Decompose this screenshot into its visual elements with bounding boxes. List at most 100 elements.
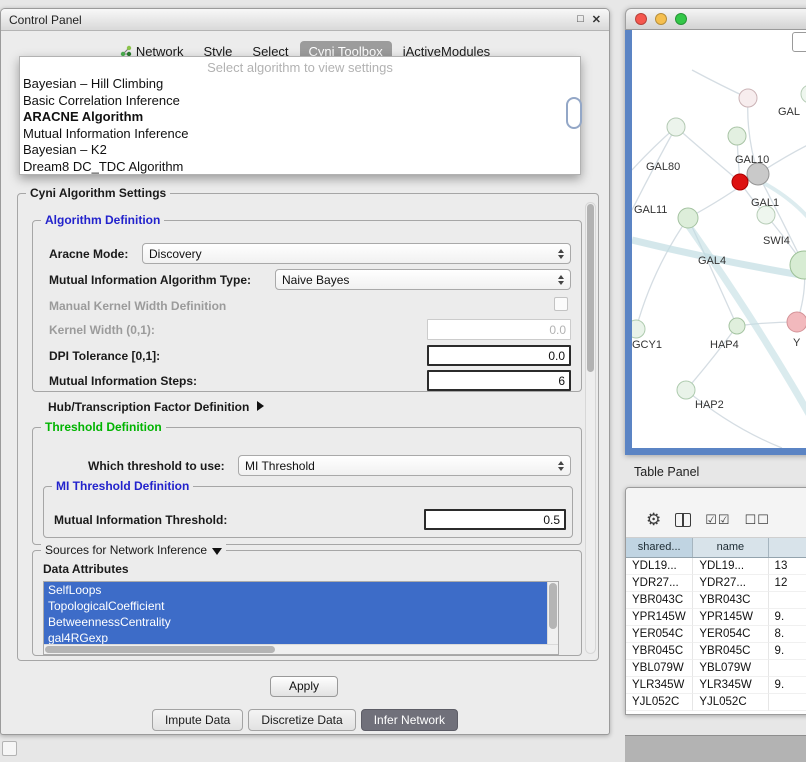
attribute-list-item[interactable]: TopologicalCoefficient: [44, 598, 549, 614]
control-panel-window: Control Panel □ ✕ NetworkStyleSelectCyni…: [0, 8, 610, 735]
table-cell: YBL079W: [626, 660, 693, 677]
network-canvas-frame: GALGAL80GAL10GAL11GAL1SWI4GAL4GCY1HAP4YH…: [625, 30, 806, 455]
table-cell: 9.: [769, 643, 806, 660]
scrollbar-thumb[interactable]: [587, 204, 594, 372]
kernel-width-field[interactable]: [427, 319, 571, 340]
mi-steps-field[interactable]: [427, 370, 571, 391]
network-node[interactable]: [632, 320, 645, 338]
table-cell: YDR27...: [693, 575, 768, 592]
network-node[interactable]: [732, 174, 748, 190]
scrollbar-thumb[interactable]: [45, 646, 275, 653]
network-edge[interactable]: [686, 326, 737, 390]
table-row[interactable]: YLR345WYLR345W9.: [626, 677, 806, 694]
algorithm-option[interactable]: Basic Correlation Inference: [20, 93, 580, 110]
desktop: Control Panel □ ✕ NetworkStyleSelectCyni…: [0, 0, 806, 762]
combo-arrows-icon: [552, 275, 564, 285]
attribute-list-item[interactable]: SelfLoops: [44, 582, 549, 598]
list-vertical-scrollbar[interactable]: [547, 582, 558, 645]
algorithm-option[interactable]: Bayesian – K2: [20, 142, 580, 159]
mi-type-select[interactable]: Naive Bayes: [275, 269, 571, 290]
algorithm-option[interactable]: Bayesian – Hill Climbing: [20, 76, 580, 93]
hub-section-toggle[interactable]: Hub/Transcription Factor Definition: [48, 400, 264, 414]
table-cell: [769, 592, 806, 609]
table-row[interactable]: YER054CYER054C8.: [626, 626, 806, 643]
collapsed-panel-button[interactable]: [2, 741, 17, 756]
sources-group-toggle[interactable]: Sources for Network Inference: [41, 543, 226, 557]
bottom-tab-impute-data[interactable]: Impute Data: [152, 709, 243, 731]
table-cell: YJL052C: [626, 694, 693, 711]
node-label: GAL: [778, 106, 800, 118]
deselect-all-checks-icon[interactable]: ☐☐: [745, 512, 770, 528]
network-overview-box[interactable]: [792, 32, 806, 52]
algorithm-option[interactable]: ARACNE Algorithm: [20, 109, 580, 126]
aracne-mode-select[interactable]: Discovery: [142, 243, 571, 264]
network-node[interactable]: [728, 127, 746, 145]
table-row[interactable]: YJL052CYJL052C: [626, 694, 806, 711]
control-panel-titlebar[interactable]: Control Panel □ ✕: [1, 9, 609, 31]
columns-icon[interactable]: [675, 513, 691, 527]
node-label: Y: [793, 337, 801, 349]
table-row[interactable]: YBR045CYBR045C9.: [626, 643, 806, 660]
algorithm-definition-title: Algorithm Definition: [41, 213, 164, 227]
manual-kernel-checkbox[interactable]: [554, 297, 568, 311]
table-row[interactable]: YDL19...YDL19...13: [626, 558, 806, 575]
algorithm-option[interactable]: Dream8 DC_TDC Algorithm: [20, 159, 580, 176]
table-cell: 9.: [769, 609, 806, 626]
column-header[interactable]: [769, 538, 806, 557]
network-node[interactable]: [677, 381, 695, 399]
settings-scrollbar[interactable]: [585, 202, 596, 654]
network-graph[interactable]: GALGAL80GAL10GAL11GAL1SWI4GAL4GCY1HAP4YH…: [632, 30, 806, 448]
table-row[interactable]: YBR043CYBR043C: [626, 592, 806, 609]
network-view-window: GALGAL80GAL10GAL11GAL1SWI4GAL4GCY1HAP4YH…: [625, 8, 806, 455]
node-label: GAL4: [698, 255, 726, 267]
table-cell: YBR043C: [626, 592, 693, 609]
network-node[interactable]: [678, 208, 698, 228]
collapse-down-icon: [212, 548, 222, 555]
cyni-settings-group: Cyni Algorithm Settings Algorithm Defini…: [17, 193, 599, 661]
scrollbar-thumb[interactable]: [549, 583, 557, 629]
table-panel-window: ⚙ ☑☑ ☐☐ shared...name YDL19...YDL19...13…: [625, 487, 806, 715]
network-window-titlebar[interactable]: [625, 8, 806, 30]
network-edge[interactable]: [636, 218, 688, 329]
dropdown-scrollbar-thumb[interactable]: [566, 97, 582, 129]
table-cell: YDL19...: [693, 558, 768, 575]
network-node[interactable]: [787, 312, 806, 332]
table-row[interactable]: YDR27...YDR27...12: [626, 575, 806, 592]
table-toolbar: ⚙ ☑☑ ☐☐: [626, 488, 806, 538]
minimize-traffic-light[interactable]: [655, 13, 667, 25]
table-cell: YJL052C: [693, 694, 768, 711]
table-row[interactable]: YBL079WYBL079W: [626, 660, 806, 677]
mi-threshold-field[interactable]: [424, 509, 566, 530]
zoom-traffic-light[interactable]: [675, 13, 687, 25]
attribute-list-item[interactable]: BetweennessCentrality: [44, 614, 549, 630]
float-window-icon[interactable]: □: [577, 13, 584, 26]
close-traffic-light[interactable]: [635, 13, 647, 25]
sources-group-title: Sources for Network Inference: [45, 543, 207, 557]
table-cell: 8.: [769, 626, 806, 643]
close-window-icon[interactable]: ✕: [592, 13, 601, 26]
network-node[interactable]: [801, 85, 806, 103]
algorithm-option[interactable]: Mutual Information Inference: [20, 126, 580, 143]
kernel-width-label: Kernel Width (0,1):: [49, 323, 155, 337]
apply-button[interactable]: Apply: [270, 676, 338, 697]
dpi-tolerance-field[interactable]: [427, 345, 571, 366]
column-header[interactable]: shared...: [626, 538, 693, 557]
network-node[interactable]: [667, 118, 685, 136]
bottom-tab-discretize-data[interactable]: Discretize Data: [248, 709, 355, 731]
table-cell: YDL19...: [626, 558, 693, 575]
table-row[interactable]: YPR145WYPR145W9.: [626, 609, 806, 626]
list-horizontal-scrollbar[interactable]: [44, 644, 558, 654]
mi-threshold-group: MI Threshold Definition Mutual Informati…: [43, 486, 573, 538]
network-node[interactable]: [747, 163, 769, 185]
expand-right-icon: [257, 401, 264, 411]
column-header[interactable]: name: [693, 538, 768, 557]
which-threshold-select[interactable]: MI Threshold: [238, 455, 571, 476]
data-attributes-list[interactable]: SelfLoopsTopologicalCoefficientBetweenne…: [43, 581, 559, 655]
network-node[interactable]: [739, 89, 757, 107]
network-node[interactable]: [729, 318, 745, 334]
gear-icon[interactable]: ⚙: [646, 511, 661, 529]
table-cell: YPR145W: [693, 609, 768, 626]
bottom-tab-infer-network[interactable]: Infer Network: [361, 709, 458, 731]
select-all-checks-icon[interactable]: ☑☑: [705, 512, 730, 528]
dropdown-prompt: Select algorithm to view settings: [20, 59, 580, 76]
